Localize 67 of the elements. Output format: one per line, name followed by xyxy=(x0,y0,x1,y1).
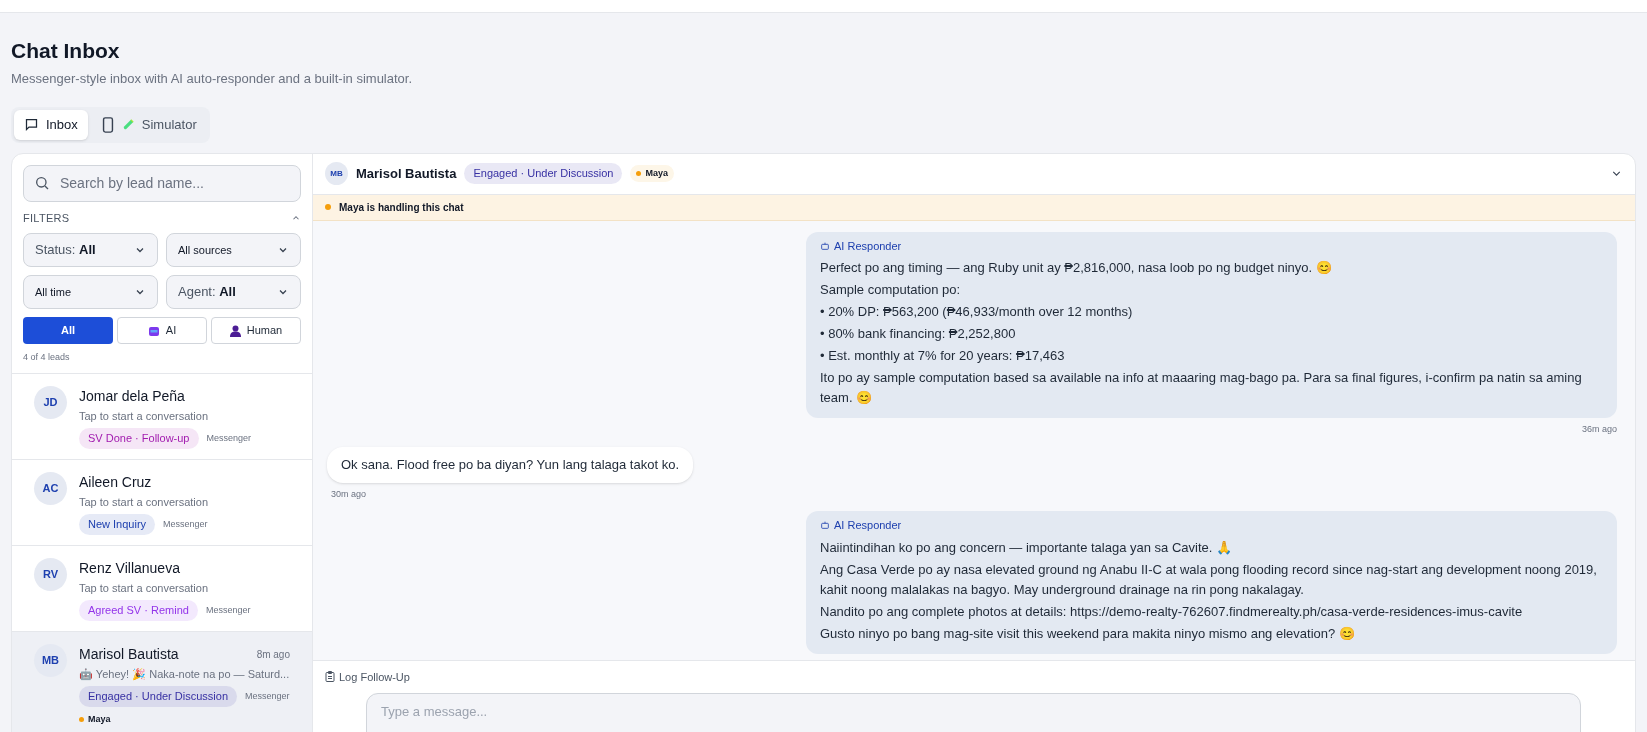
tab[interactable]: Simulator xyxy=(91,109,207,140)
filters-label: FILTERS xyxy=(23,210,70,226)
message-field[interactable]: Type a message... xyxy=(366,693,1581,732)
message-text: • 80% bank financing: ₱2,252,800 xyxy=(820,325,1017,343)
status-badge: SV Done · Follow-up xyxy=(79,428,199,449)
robot-icon xyxy=(820,240,830,251)
message-text: Nandito po ang complete photos at details: https://demo-realty-762607.findmerealty.ph/casa-verde-residences-imus-cavite xyxy=(820,602,1524,621)
message-preview: Tap to start a conversation xyxy=(79,580,209,596)
message-text: Ito po ay sample computation based sa available na info at maaaring mag-bago pa. Para sa final figures, i-confirm pa natin sa aming team. 😊 xyxy=(820,369,1583,407)
message-text: Gusto ninyo po bang mag-site visit this weekend para makita ninyo mismo ang elevation? 😊 xyxy=(820,624,1356,643)
avatar-initials: JD xyxy=(34,385,67,419)
avatar-initials: MB xyxy=(325,162,348,185)
lead-name: Renz Villanueva xyxy=(79,558,180,578)
status-badge: Engaged · Under Discussion xyxy=(79,686,238,707)
status-badge: Agreed SV · Remind xyxy=(79,600,198,621)
message-text: Ok sana. Flood free po ba diyan? Yun lang talaga takot ko. xyxy=(341,455,679,474)
timestamp: 8m ago xyxy=(256,647,290,662)
message-preview: Tap to start a conversation xyxy=(79,408,209,424)
agent-name: Maya xyxy=(645,166,668,180)
timestamp: 30m ago xyxy=(331,487,367,501)
phone-icon xyxy=(101,116,114,133)
handler-filter-button[interactable]: AI xyxy=(117,317,207,344)
sender-label: AI Responder xyxy=(834,238,902,254)
status-badge: New Inquiry xyxy=(79,514,156,535)
message-text: Sample computation po: xyxy=(820,281,962,299)
robot-icon xyxy=(820,520,830,531)
source-label: Messenger xyxy=(205,603,251,617)
message-text: • Est. monthly at 7% for 20 years: ₱17,463 xyxy=(820,347,1066,365)
lead-name: Marisol Bautista xyxy=(79,644,179,664)
message-text: • 20% DP: ₱563,200 (₱46,933/month over 12 months) xyxy=(820,303,1134,321)
agent-name: Maya xyxy=(88,712,111,726)
avatar-initials: RV xyxy=(34,557,67,591)
message-text: Perfect po ang timing — ang Ruby unit ay ₱2,816,000, nasa loob po ng budget ninyo. 😊 xyxy=(820,259,1333,277)
source-label: Messenger xyxy=(206,431,252,445)
message-preview: Tap to start a conversation xyxy=(79,494,209,510)
log-follow-up-button[interactable]: Log Follow-Up xyxy=(325,668,410,685)
lead-count: 4 of 4 leads xyxy=(23,351,71,364)
filter-dropdown[interactable]: Agent: All xyxy=(166,275,301,309)
chat-bubble-icon xyxy=(24,117,39,132)
message-text: Naiintindihan ko po ang concern — importante talaga yan sa Cavite. 🙏 xyxy=(820,538,1233,557)
search-field[interactable]: Search by lead name... xyxy=(23,164,301,202)
lead-list-item[interactable]: MB Marisol Bautista 8m ago 🤖 Yehey! 🎉 Naka-note na po — Saturd... Engaged · Under Discussion Messenger Maya xyxy=(12,631,312,732)
filter-dropdown[interactable]: Status: All xyxy=(23,233,158,267)
search-icon xyxy=(34,174,50,191)
message-preview: 🤖 Yehey! 🎉 Naka-note na po — Saturd... xyxy=(79,666,290,682)
robot-icon xyxy=(147,324,160,337)
avatar-initials: MB xyxy=(34,643,67,677)
status-badge: Engaged · Under Discussion xyxy=(464,163,623,184)
banner-text: Maya is handling this chat xyxy=(339,200,464,215)
avatar-initials: AC xyxy=(34,471,67,505)
filter-dropdown[interactable]: All sources xyxy=(166,233,301,267)
sender-label: AI Responder xyxy=(834,518,902,533)
page-title: Chat Inbox xyxy=(11,38,121,64)
lead-name: Jomar dela Peña xyxy=(79,386,185,406)
handler-filter-button[interactable]: All xyxy=(23,317,113,344)
source-label: Messenger xyxy=(163,517,208,531)
contact-name: Marisol Bautista xyxy=(356,164,457,183)
lead-name: Aileen Cruz xyxy=(79,472,152,492)
clipboard-icon xyxy=(325,671,335,683)
message-text: Ang Casa Verde po ay nasa elevated ground ng Anabu II-C at wala pong flooding record since nag-start ang development noong 2019, kahit noong malalakas na bagyo. May underground drainage na rin pong nakalagay. xyxy=(820,560,1598,599)
source-label: Messenger xyxy=(245,689,290,703)
timestamp: 36m ago xyxy=(1581,423,1617,436)
handler-filter-button[interactable]: Human xyxy=(211,317,301,344)
page-subtitle: Messenger-style inbox with AI auto-responder and a built-in simulator. xyxy=(11,70,414,88)
filter-dropdown[interactable]: All time xyxy=(23,275,158,309)
tab[interactable]: Inbox xyxy=(14,109,88,140)
person-icon xyxy=(229,324,241,337)
